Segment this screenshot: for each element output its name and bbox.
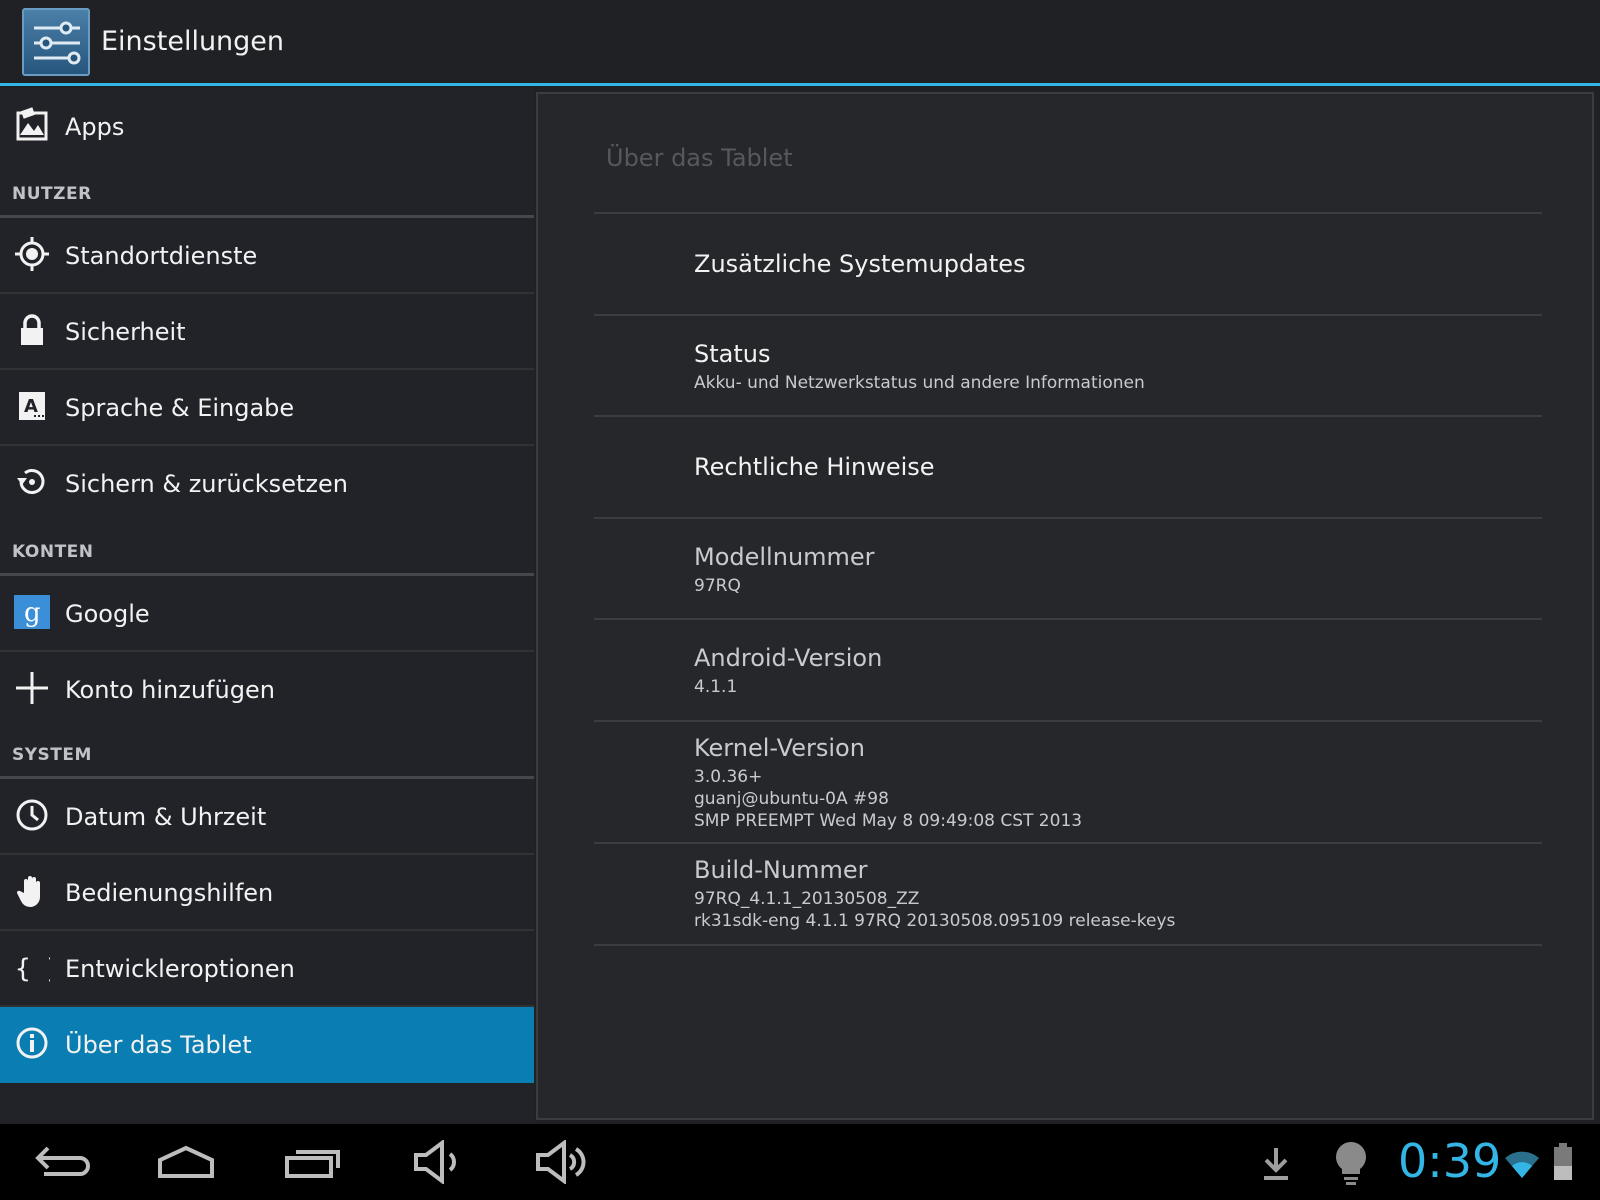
kernel-version-item: Kernel-Version 3.0.36+ guanj@ubuntu-0A #…	[594, 722, 1542, 844]
sidebar-item-google[interactable]: g Google	[0, 576, 534, 652]
pref-title: Android-Version	[694, 644, 883, 672]
location-icon	[14, 236, 50, 272]
pref-title: Build-Nummer	[694, 856, 868, 884]
apps-icon	[14, 107, 50, 143]
svg-text:g: g	[24, 598, 41, 628]
info-icon	[14, 1025, 50, 1061]
section-header-system: SYSTEM	[0, 731, 534, 779]
system-updates-item[interactable]: Zusätzliche Systemupdates	[594, 214, 1542, 316]
sidebar-item-label: Konto hinzufügen	[65, 676, 275, 704]
sidebar-item-apps[interactable]: Apps	[0, 89, 534, 170]
clock[interactable]: 0:39	[1398, 1134, 1501, 1188]
pref-value-line: guanj@ubuntu-0A #98	[694, 789, 889, 809]
sidebar-item-add-account[interactable]: Konto hinzufügen	[0, 652, 534, 731]
section-header-label: KONTEN	[12, 542, 94, 562]
sidebar-item-language[interactable]: A Sprache & Eingabe	[0, 370, 534, 446]
sidebar-item-backup[interactable]: Sichern & zurücksetzen	[0, 446, 534, 528]
download-icon[interactable]	[1262, 1146, 1290, 1186]
pref-title: Zusätzliche Systemupdates	[694, 250, 1026, 278]
sidebar-item-label: Bedienungshilfen	[65, 879, 274, 907]
app-title: Einstellungen	[101, 26, 285, 57]
backup-restore-icon	[14, 464, 50, 500]
build-number-item[interactable]: Build-Nummer 97RQ_4.1.1_20130508_ZZ rk31…	[594, 844, 1542, 946]
sidebar-item-label: Standortdienste	[65, 242, 258, 270]
sidebar-item-date-time[interactable]: Datum & Uhrzeit	[0, 779, 534, 855]
section-header-user: NUTZER	[0, 170, 534, 218]
pref-value-line: rk31sdk-eng 4.1.1 97RQ 20130508.095109 r…	[694, 911, 1176, 931]
sidebar-item-label: Über das Tablet	[65, 1031, 252, 1059]
settings-icon[interactable]	[22, 8, 90, 76]
section-header-label: SYSTEM	[12, 745, 92, 765]
pref-title: Status	[694, 340, 771, 368]
sidebar-item-location[interactable]: Standortdienste	[0, 218, 534, 294]
pref-value: 97RQ	[694, 576, 741, 596]
section-header-label: NUTZER	[12, 184, 92, 204]
hand-icon	[14, 873, 50, 909]
svg-text:{ }: { }	[15, 954, 50, 984]
pref-title: Kernel-Version	[694, 734, 865, 762]
recent-apps-icon[interactable]	[284, 1144, 342, 1184]
lock-icon	[14, 312, 50, 348]
pref-value: 4.1.1	[694, 677, 738, 697]
svg-text:A: A	[24, 396, 38, 417]
braces-icon: { }	[14, 949, 62, 985]
pref-title: Rechtliche Hinweise	[694, 453, 935, 481]
volume-down-icon[interactable]	[412, 1139, 464, 1188]
keyboard-language-icon: A	[14, 388, 50, 424]
sidebar-item-security[interactable]: Sicherheit	[0, 294, 534, 370]
pref-value-line: SMP PREEMPT Wed May 8 09:49:08 CST 2013	[694, 811, 1083, 831]
wifi-icon[interactable]	[1504, 1148, 1540, 1184]
pref-summary: Akku- und Netzwerkstatus und andere Info…	[694, 373, 1145, 393]
sidebar-item-label: Entwickleroptionen	[65, 955, 295, 983]
settings-list: Apps NUTZER Standortdienste Sicherheit A…	[0, 89, 534, 1125]
tip-bulb-icon[interactable]	[1334, 1140, 1368, 1190]
legal-item[interactable]: Rechtliche Hinweise	[594, 417, 1542, 519]
android-version-item[interactable]: Android-Version 4.1.1	[594, 620, 1542, 722]
system-bar: 0:39	[0, 1124, 1600, 1200]
sidebar-item-about[interactable]: Über das Tablet	[0, 1007, 534, 1083]
title-divider	[594, 94, 1542, 214]
section-header-accounts: KONTEN	[0, 528, 534, 576]
pref-value-line: 97RQ_4.1.1_20130508_ZZ	[694, 889, 920, 909]
battery-icon[interactable]	[1552, 1142, 1574, 1186]
plus-icon	[14, 670, 50, 706]
pref-value-line: 3.0.36+	[694, 767, 763, 787]
sidebar-item-label: Sprache & Eingabe	[65, 394, 295, 422]
sidebar-item-label: Google	[65, 600, 150, 628]
action-bar: Einstellungen	[0, 0, 1600, 86]
google-icon: g	[14, 594, 50, 630]
home-icon[interactable]	[156, 1144, 216, 1184]
model-number-item: Modellnummer 97RQ	[594, 519, 1542, 620]
pref-title: Modellnummer	[694, 543, 875, 571]
clock-icon	[14, 797, 50, 833]
sidebar-item-label: Datum & Uhrzeit	[65, 803, 267, 831]
status-item[interactable]: Status Akku- und Netzwerkstatus und ande…	[594, 316, 1542, 417]
sidebar-item-developer[interactable]: { } Entwickleroptionen	[0, 931, 534, 1007]
sidebar-item-accessibility[interactable]: Bedienungshilfen	[0, 855, 534, 931]
volume-up-icon[interactable]	[534, 1139, 590, 1188]
about-panel: Über das Tablet Zusätzliche Systemupdate…	[536, 92, 1594, 1120]
back-icon[interactable]	[34, 1146, 90, 1186]
sidebar-item-label: Sicherheit	[65, 318, 186, 346]
sidebar-item-label: Sichern & zurücksetzen	[65, 470, 348, 498]
sidebar-item-label: Apps	[65, 113, 125, 141]
